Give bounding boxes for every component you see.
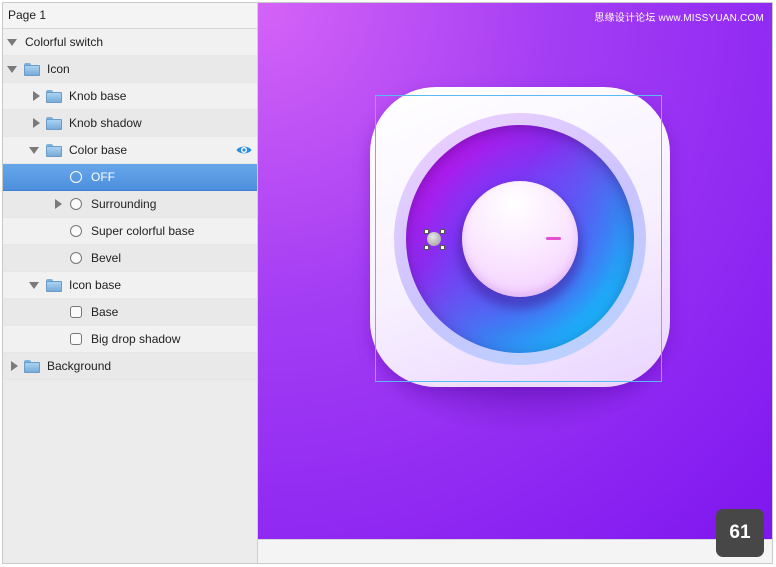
layer-row-background[interactable]: Background xyxy=(3,353,257,380)
layer-label: Icon base xyxy=(69,278,122,292)
layer-row-bevel[interactable]: Bevel xyxy=(3,245,257,272)
rectangle-shape-icon xyxy=(70,306,82,318)
canvas-scrollbar-area[interactable] xyxy=(258,539,772,563)
design-canvas[interactable]: 思缘设计论坛 www.MISSYUAN.COM xyxy=(258,3,772,539)
resize-handle-top-right[interactable] xyxy=(440,229,445,234)
layer-row-base[interactable]: Base xyxy=(3,299,257,326)
disclosure-triangle-expanded-icon[interactable] xyxy=(6,29,18,56)
layer-label: OFF xyxy=(91,170,115,184)
disclosure-triangle-expanded-icon[interactable] xyxy=(6,56,18,83)
watermark-text: 思缘设计论坛 www.MISSYUAN.COM xyxy=(594,13,764,24)
page-selector[interactable]: Page 1 xyxy=(3,3,257,29)
disclosure-triangle-expanded-icon[interactable] xyxy=(28,137,40,164)
layer-row-surrounding[interactable]: Surrounding xyxy=(3,191,257,218)
folder-icon xyxy=(46,279,62,292)
layer-row-colorful-switch[interactable]: Colorful switch xyxy=(3,29,257,56)
layer-label: Colorful switch xyxy=(25,35,104,49)
layer-row-off[interactable]: OFF xyxy=(3,164,257,191)
layer-label: Color base xyxy=(69,143,128,157)
step-number-badge: 61 xyxy=(716,509,764,557)
disclosure-triangle-collapsed-icon[interactable] xyxy=(8,353,20,380)
layer-label: Big drop shadow xyxy=(91,332,181,346)
resize-handle-bottom-left[interactable] xyxy=(424,245,429,250)
layer-label: Icon xyxy=(47,62,70,76)
rectangle-shape-icon xyxy=(70,333,82,345)
resize-handle-top-left[interactable] xyxy=(424,229,429,234)
eye-icon[interactable] xyxy=(236,144,252,156)
layer-row-icon-base[interactable]: Icon base xyxy=(3,272,257,299)
oval-shape-icon xyxy=(70,198,82,210)
disclosure-triangle-collapsed-icon[interactable] xyxy=(52,191,64,218)
oval-shape-icon xyxy=(70,171,82,183)
layers-panel: Page 1 Colorful switch Icon Knob base Kn… xyxy=(3,3,258,563)
layer-label: Background xyxy=(47,359,112,373)
layer-label: Super colorful base xyxy=(91,224,195,238)
layer-row-knob-base[interactable]: Knob base xyxy=(3,83,257,110)
layer-label: Knob base xyxy=(69,89,127,103)
layer-label: Bevel xyxy=(91,251,122,265)
app-window: Page 1 Colorful switch Icon Knob base Kn… xyxy=(2,2,773,564)
disclosure-triangle-collapsed-icon[interactable] xyxy=(30,110,42,137)
selection-bounding-box xyxy=(375,95,662,382)
disclosure-triangle-collapsed-icon[interactable] xyxy=(30,83,42,110)
disclosure-triangle-expanded-icon[interactable] xyxy=(28,272,40,299)
folder-icon xyxy=(46,144,62,157)
resize-handle-bottom-right[interactable] xyxy=(440,245,445,250)
folder-icon xyxy=(24,63,40,76)
oval-shape-icon xyxy=(70,252,82,264)
layer-row-color-base[interactable]: Color base xyxy=(3,137,257,164)
layer-label: Base xyxy=(91,305,119,319)
layer-label: Surrounding xyxy=(91,197,157,211)
layer-row-icon[interactable]: Icon xyxy=(3,56,257,83)
off-oval-shape[interactable] xyxy=(427,232,441,246)
layer-row-super-colorful-base[interactable]: Super colorful base xyxy=(3,218,257,245)
oval-shape-icon xyxy=(70,225,82,237)
layer-row-big-drop-shadow[interactable]: Big drop shadow xyxy=(3,326,257,353)
folder-icon xyxy=(46,117,62,130)
layer-label: Knob shadow xyxy=(69,116,142,130)
folder-icon xyxy=(46,90,62,103)
folder-icon xyxy=(24,360,40,373)
layer-row-knob-shadow[interactable]: Knob shadow xyxy=(3,110,257,137)
